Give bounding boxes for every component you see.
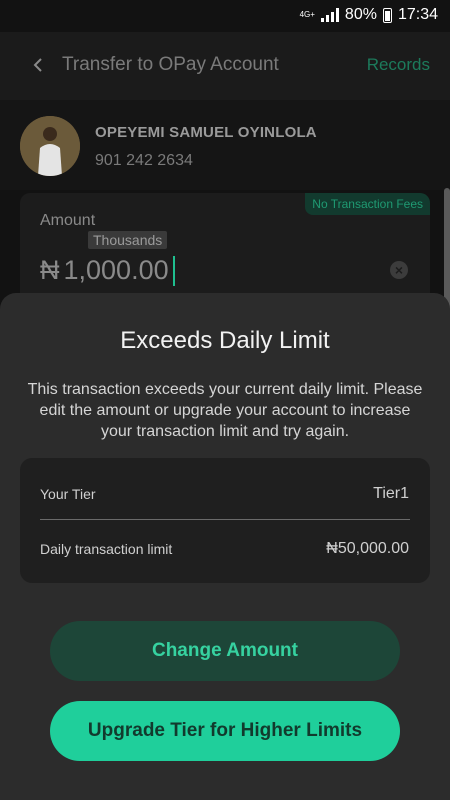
limit-label: Daily transaction limit (40, 541, 173, 557)
tier-info-box: Your Tier Tier1 Daily transaction limit … (20, 458, 430, 583)
network-type: 4G+ (299, 10, 315, 19)
amount-label: Amount (40, 212, 96, 229)
dialog-message: This transaction exceeds your current da… (27, 381, 423, 440)
clear-icon[interactable]: × (390, 261, 408, 279)
upgrade-tier-button[interactable]: Upgrade Tier for Higher Limits (50, 701, 400, 761)
amount-card: No Transaction Fees Amount Thousands ₦ 1… (20, 193, 430, 303)
dialog-title: Exceeds Daily Limit (120, 327, 330, 354)
battery-icon (382, 7, 392, 23)
records-link[interactable]: Records (367, 55, 430, 75)
status-bar: 4G+ 80% 17:34 (0, 0, 450, 32)
recipient-account-number: 901 242 2634 (95, 152, 193, 169)
recipient-card: OPEYEMI SAMUEL OYINLOLA 901 242 2634 (0, 100, 450, 190)
amount-value: 1,000.00 (63, 255, 169, 285)
app-header: Transfer to OPay Account Records (0, 32, 450, 100)
amount-hint: Thousands (88, 231, 168, 249)
currency-symbol: ₦ (40, 255, 60, 285)
limit-dialog: Exceeds Daily Limit This transaction exc… (0, 293, 450, 800)
no-fee-badge: No Transaction Fees (305, 193, 430, 215)
avatar (20, 116, 80, 176)
amount-input[interactable]: ₦ 1,000.00 (40, 255, 175, 286)
page-title: Transfer to OPay Account (62, 54, 279, 75)
chevron-left-icon (33, 58, 42, 72)
recipient-name: OPEYEMI SAMUEL OYINLOLA (95, 124, 317, 141)
limit-value: ₦50,000.00 (326, 540, 409, 557)
tier-label: Your Tier (40, 486, 96, 502)
change-amount-button[interactable]: Change Amount (50, 621, 400, 681)
back-button[interactable] (28, 50, 48, 80)
tier-value: Tier1 (373, 485, 409, 502)
clock: 17:34 (397, 6, 438, 23)
battery-percent: 80% (344, 6, 377, 23)
signal-icon (320, 8, 339, 22)
text-cursor (172, 255, 175, 286)
divider (40, 519, 410, 520)
